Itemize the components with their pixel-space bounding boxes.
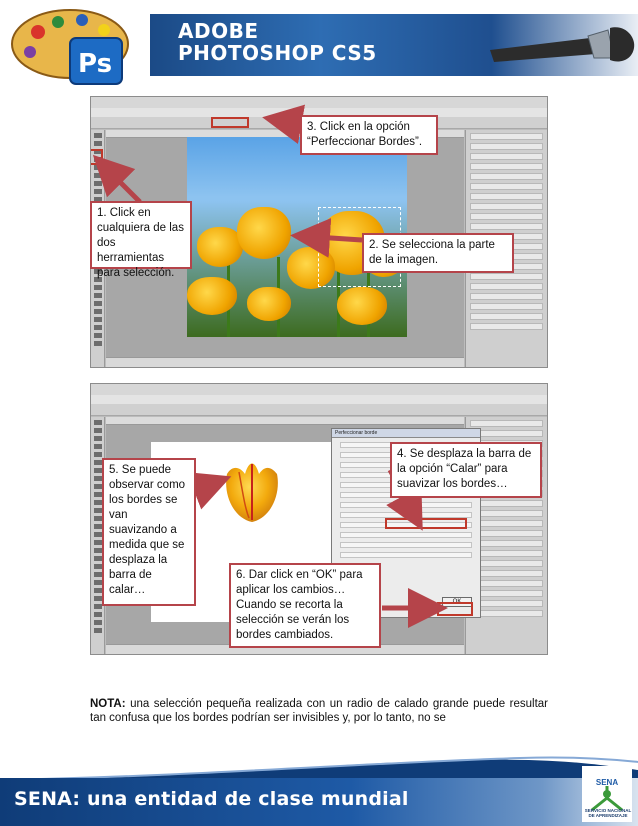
note-paragraph: NOTA: una selección pequeña realizada co…: [90, 697, 548, 725]
ps-status-bar: [106, 357, 464, 367]
sena-logo-subtitle: SERVICIO NACIONAL DE APRENDIZAJE: [584, 808, 632, 818]
callout-step-4: 4. Se desplaza la barra de la opción “Ca…: [390, 442, 542, 498]
note-label: NOTA:: [90, 698, 126, 710]
header-title-line2: PHOTOSHOP CS5: [178, 41, 377, 65]
svg-text:Ps: Ps: [78, 49, 112, 79]
paintbrush-icon: [490, 27, 635, 62]
feathered-tulip-image: [226, 463, 278, 522]
ps-menu-bar: [91, 395, 547, 404]
note-text: una selección pequeña realizada con un r…: [90, 698, 548, 724]
header-title-line1: ADOBE: [178, 19, 259, 43]
ps-options-bar: [91, 404, 547, 416]
callout-step-5: 5. Se puede observar como los bordes se …: [102, 458, 196, 606]
paint-palette-icon: Ps: [11, 9, 129, 85]
callout-step-2: 2. Se selecciona la parte de la imagen.: [362, 233, 514, 273]
feather-slider-highlight[interactable]: [385, 518, 467, 529]
header-title: ADOBE PHOTOSHOP CS5: [178, 20, 377, 64]
sena-logo-word: SENA: [595, 778, 619, 787]
callout-step-3: 3. Click en la opción “Perfeccionar Bord…: [300, 115, 438, 155]
refine-edge-button-highlight[interactable]: [211, 117, 249, 128]
page-header: Ps ADOBE PHOTOSHOP CS5: [0, 0, 638, 92]
ok-button-highlight[interactable]: [437, 602, 473, 616]
callout-step-1: 1. Click en cualquiera de las dos herram…: [90, 201, 192, 279]
footer-slogan: SENA: una entidad de clase mundial: [14, 788, 409, 810]
document-tab: [106, 417, 464, 425]
selection-tool-highlight[interactable]: [91, 149, 103, 165]
callout-step-6: 6. Dar click en “OK” para aplicar los ca…: [229, 563, 381, 648]
dialog-title: Perfeccionar borde: [332, 429, 480, 438]
